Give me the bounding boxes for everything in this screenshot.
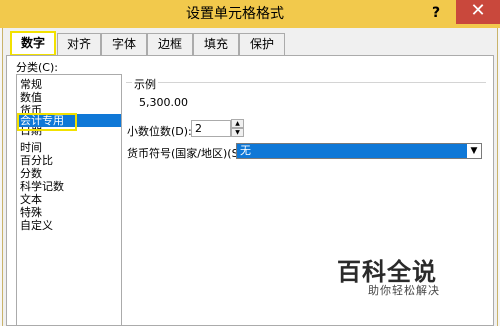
sample-label: 示例 bbox=[132, 76, 158, 92]
sample-value: 5,300.00 bbox=[139, 96, 188, 109]
list-item[interactable]: 常规 bbox=[17, 78, 121, 91]
list-item[interactable]: 科学记数 bbox=[17, 180, 121, 193]
decimal-label: 小数位数(D): bbox=[127, 125, 192, 138]
watermark-logo: 百科全说 bbox=[337, 258, 437, 286]
decimal-input[interactable]: 2 bbox=[191, 120, 231, 137]
tab-fill[interactable]: 填充 bbox=[193, 33, 239, 55]
list-item[interactable]: 特殊 bbox=[17, 206, 121, 219]
spin-up-icon[interactable]: ▲ bbox=[231, 119, 244, 128]
list-item[interactable]: 时间 bbox=[17, 141, 121, 154]
window-title: 设置单元格格式 bbox=[186, 6, 284, 22]
highlight-box-category bbox=[17, 113, 77, 131]
list-item[interactable]: 分数 bbox=[17, 167, 121, 180]
list-item[interactable]: 百分比 bbox=[17, 154, 121, 167]
category-label: 分类(C): bbox=[16, 61, 58, 74]
tab-border[interactable]: 边框 bbox=[147, 33, 193, 55]
category-listbox[interactable]: 常规 数值 货币 会计专用 日期 时间 百分比 分数 科学记数 文本 特殊 自定… bbox=[16, 74, 122, 326]
currency-label: 货币符号(国家/地区)(S): bbox=[127, 147, 247, 160]
help-button[interactable]: ? bbox=[432, 2, 446, 24]
watermark-subtitle: 助你轻松解决 bbox=[368, 284, 440, 297]
tab-number[interactable]: 数字 bbox=[10, 31, 56, 56]
currency-selected-value[interactable]: 无 bbox=[237, 144, 467, 158]
close-button[interactable]: ✕ bbox=[456, 0, 500, 24]
list-item[interactable]: 自定义 bbox=[17, 219, 121, 232]
tab-protection[interactable]: 保护 bbox=[239, 33, 285, 55]
list-item[interactable]: 文本 bbox=[17, 193, 121, 206]
spin-down-icon[interactable]: ▼ bbox=[231, 128, 244, 137]
tab-font[interactable]: 字体 bbox=[101, 33, 147, 55]
chevron-down-icon[interactable]: ▼ bbox=[467, 144, 481, 158]
tab-alignment[interactable]: 对齐 bbox=[57, 33, 101, 55]
list-item[interactable]: 数值 bbox=[17, 91, 121, 104]
